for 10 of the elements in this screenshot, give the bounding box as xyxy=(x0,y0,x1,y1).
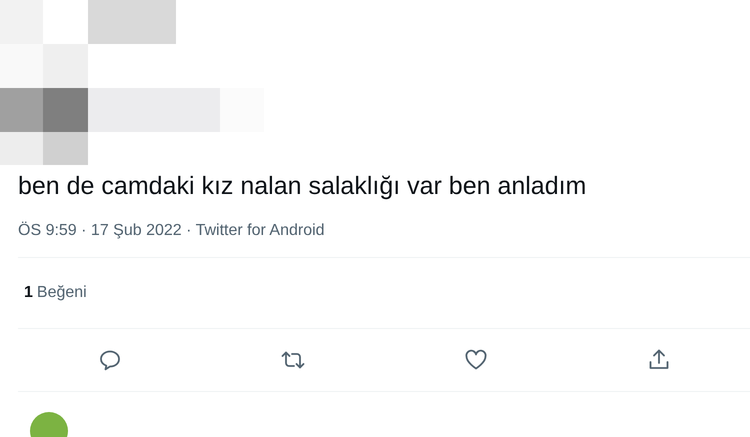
heart-icon xyxy=(464,348,488,372)
tweet-timestamp: ÖS 9:59 · 17 Şub 2022 · Twitter for Android xyxy=(18,221,326,241)
reply-icon xyxy=(98,348,122,372)
share-button[interactable] xyxy=(646,348,670,372)
tweet-text: ben de camdaki kız nalan salaklığı var ben anladım xyxy=(18,171,588,201)
like-count[interactable]: 1 xyxy=(24,284,33,302)
share-icon xyxy=(646,348,670,372)
reply-button[interactable] xyxy=(98,348,122,372)
like-button[interactable] xyxy=(464,348,488,372)
like-label[interactable]: Beğeni xyxy=(36,284,87,302)
